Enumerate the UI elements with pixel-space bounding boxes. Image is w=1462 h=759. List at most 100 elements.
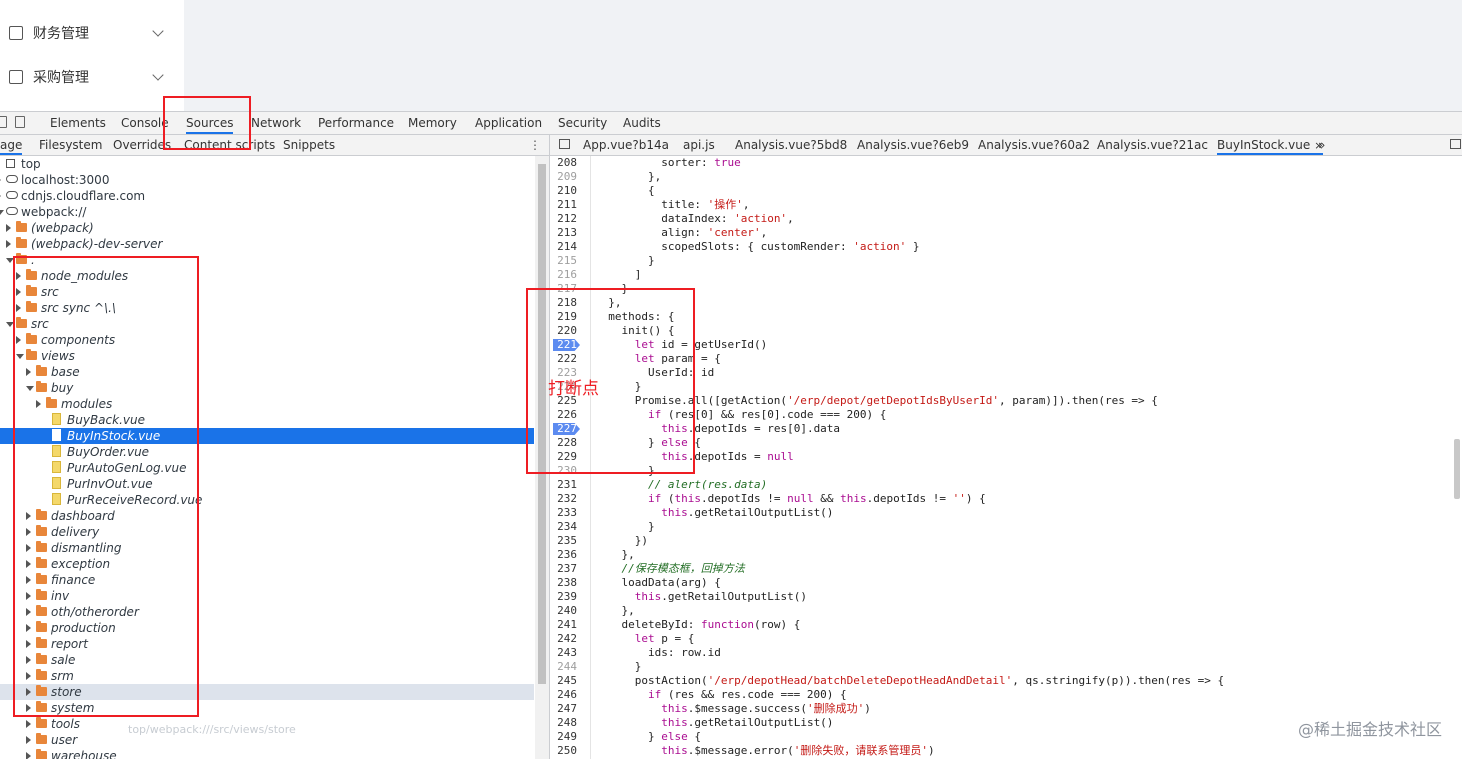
line-number[interactable]: 244 bbox=[550, 660, 590, 674]
line-number[interactable]: 234 bbox=[550, 520, 590, 534]
line-number[interactable]: 227 bbox=[550, 422, 590, 436]
tree-folder-item[interactable]: delivery bbox=[0, 524, 534, 540]
tree-folder-item[interactable]: report bbox=[0, 636, 534, 652]
tree-folder-item[interactable]: top bbox=[0, 156, 534, 172]
tree-file-item[interactable]: BuyBack.vue bbox=[0, 412, 534, 428]
tree-folder-item[interactable]: src bbox=[0, 284, 534, 300]
tree-folder-item[interactable]: warehouse bbox=[0, 748, 534, 759]
file-tab[interactable]: Analysis.vue?5bd8 bbox=[735, 135, 847, 155]
collapse-arrow-icon[interactable] bbox=[26, 688, 31, 696]
tree-folder-item[interactable]: src sync ^\.\ bbox=[0, 300, 534, 316]
tree-folder-item[interactable]: components bbox=[0, 332, 534, 348]
line-number[interactable]: 209 bbox=[550, 170, 590, 184]
more-tabs-icon[interactable]: » bbox=[1318, 135, 1325, 155]
navigator-scrollbar[interactable] bbox=[535, 156, 549, 759]
line-number[interactable]: 228 bbox=[550, 436, 590, 450]
tab-performance[interactable]: Performance bbox=[318, 112, 394, 134]
tree-folder-item[interactable]: dashboard bbox=[0, 508, 534, 524]
tree-folder-item[interactable]: (webpack) bbox=[0, 220, 534, 236]
tab-content-scripts[interactable]: Content scripts bbox=[184, 135, 275, 155]
line-number[interactable]: 241 bbox=[550, 618, 590, 632]
expand-arrow-icon[interactable] bbox=[6, 322, 14, 327]
line-number[interactable]: 230 bbox=[550, 464, 590, 478]
line-number[interactable]: 245 bbox=[550, 674, 590, 688]
tree-folder-item[interactable]: base bbox=[0, 364, 534, 380]
tree-folder-item[interactable]: src bbox=[0, 316, 534, 332]
collapse-arrow-icon[interactable] bbox=[26, 544, 31, 552]
collapse-arrow-icon[interactable] bbox=[0, 192, 1, 200]
collapse-arrow-icon[interactable] bbox=[16, 336, 21, 344]
tab-filesystem[interactable]: Filesystem bbox=[39, 135, 102, 155]
collapse-arrow-icon[interactable] bbox=[26, 656, 31, 664]
line-number[interactable]: 250 bbox=[550, 744, 590, 758]
expand-arrow-icon[interactable] bbox=[6, 258, 14, 263]
line-number[interactable]: 212 bbox=[550, 212, 590, 226]
tree-folder-item[interactable]: inv bbox=[0, 588, 534, 604]
tab-memory[interactable]: Memory bbox=[408, 112, 457, 134]
collapse-arrow-icon[interactable] bbox=[26, 704, 31, 712]
collapse-arrow-icon[interactable] bbox=[26, 368, 31, 376]
collapse-arrow-icon[interactable] bbox=[26, 560, 31, 568]
line-number[interactable]: 221 bbox=[550, 338, 590, 352]
line-number[interactable]: 216 bbox=[550, 268, 590, 282]
line-number[interactable]: 222 bbox=[550, 352, 590, 366]
collapse-arrow-icon[interactable] bbox=[26, 624, 31, 632]
line-number[interactable]: 240 bbox=[550, 604, 590, 618]
line-number[interactable]: 226 bbox=[550, 408, 590, 422]
collapse-arrow-icon[interactable] bbox=[16, 272, 21, 280]
line-number[interactable]: 210 bbox=[550, 184, 590, 198]
collapse-arrow-icon[interactable] bbox=[26, 576, 31, 584]
more-options-icon[interactable]: ⋮ bbox=[529, 138, 541, 152]
tree-file-item[interactable]: BuyOrder.vue bbox=[0, 444, 534, 460]
collapse-arrow-icon[interactable] bbox=[26, 592, 31, 600]
collapse-arrow-icon[interactable] bbox=[26, 608, 31, 616]
line-number[interactable]: 237 bbox=[550, 562, 590, 576]
line-gutter[interactable]: 208 209 210 211 212 213 214 215 216 217 218 219 220 2… bbox=[550, 156, 591, 759]
line-number[interactable]: 236 bbox=[550, 548, 590, 562]
tree-folder-item[interactable]: modules bbox=[0, 396, 534, 412]
line-number[interactable]: 249 bbox=[550, 730, 590, 744]
tree-folder-item[interactable]: srm bbox=[0, 668, 534, 684]
editor-scrollbar[interactable] bbox=[1452, 156, 1462, 759]
file-tab[interactable]: App.vue?b14a bbox=[583, 135, 669, 155]
collapse-arrow-icon[interactable] bbox=[36, 400, 41, 408]
file-tab[interactable]: Analysis.vue?21ac bbox=[1097, 135, 1208, 155]
line-number[interactable]: 248 bbox=[550, 716, 590, 730]
tab-overrides[interactable]: Overrides bbox=[113, 135, 171, 155]
collapse-arrow-icon[interactable] bbox=[26, 512, 31, 520]
code-view[interactable]: 208 209 210 211 212 213 214 215 216 217 218 219 220 2… bbox=[550, 156, 1462, 759]
tab-page[interactable]: age bbox=[0, 135, 23, 155]
line-number[interactable]: 247 bbox=[550, 702, 590, 716]
tree-file-item[interactable]: PurAutoGenLog.vue bbox=[0, 460, 534, 476]
file-tab[interactable]: Analysis.vue?60a2 bbox=[978, 135, 1090, 155]
tree-folder-item[interactable]: webpack:// bbox=[0, 204, 534, 220]
collapse-arrow-icon[interactable] bbox=[0, 176, 1, 184]
line-number[interactable]: 214 bbox=[550, 240, 590, 254]
line-number[interactable]: 208 bbox=[550, 156, 590, 170]
tab-application[interactable]: Application bbox=[475, 112, 542, 134]
tab-elements[interactable]: Elements bbox=[50, 112, 106, 134]
device-toggle-icon[interactable] bbox=[15, 116, 25, 128]
scrollbar-thumb[interactable] bbox=[538, 164, 546, 684]
tab-network[interactable]: Network bbox=[251, 112, 301, 134]
expand-arrow-icon[interactable] bbox=[0, 210, 4, 215]
line-number[interactable]: 217 bbox=[550, 282, 590, 296]
file-tab[interactable]: api.js bbox=[683, 135, 715, 155]
tree-file-item[interactable]: BuyInStock.vue bbox=[0, 428, 534, 444]
line-number[interactable]: 229 bbox=[550, 450, 590, 464]
tab-audits[interactable]: Audits bbox=[623, 112, 661, 134]
line-number[interactable]: 239 bbox=[550, 590, 590, 604]
tab-sources[interactable]: Sources bbox=[186, 112, 234, 134]
inspect-icon[interactable] bbox=[0, 116, 7, 128]
tab-console[interactable]: Console bbox=[121, 112, 169, 134]
line-number[interactable]: 215 bbox=[550, 254, 590, 268]
file-tab-active[interactable]: BuyInStock.vue × bbox=[1217, 135, 1324, 155]
tree-folder-item[interactable]: dismantling bbox=[0, 540, 534, 556]
collapse-arrow-icon[interactable] bbox=[26, 736, 31, 744]
line-number[interactable]: 213 bbox=[550, 226, 590, 240]
collapse-arrow-icon[interactable] bbox=[26, 720, 31, 728]
tree-folder-item[interactable]: exception bbox=[0, 556, 534, 572]
tree-file-item[interactable]: PurReceiveRecord.vue bbox=[0, 492, 534, 508]
tree-folder-item[interactable]: buy bbox=[0, 380, 534, 396]
collapse-arrow-icon[interactable] bbox=[16, 288, 21, 296]
